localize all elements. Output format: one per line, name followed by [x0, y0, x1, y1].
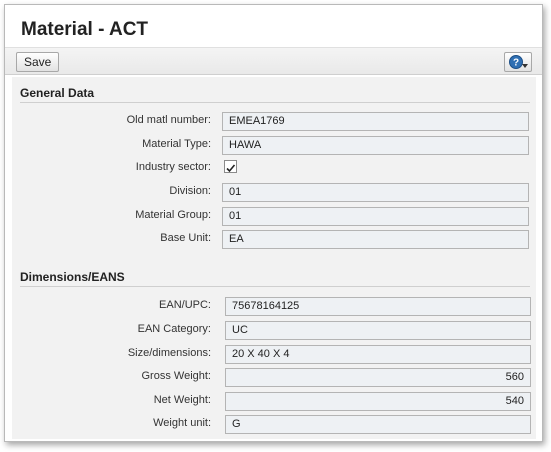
old-matl-label: Old matl number:: [126, 114, 211, 126]
section-title-dimensions: Dimensions/EANS: [20, 270, 125, 284]
gross-weight-label: Gross Weight:: [141, 370, 212, 382]
material-group-field[interactable]: 01: [222, 207, 529, 226]
division-label: Division:: [169, 185, 211, 197]
section-divider: [20, 286, 530, 287]
gross-weight-field[interactable]: 560: [225, 368, 531, 387]
page-title: Material - ACT: [21, 19, 149, 40]
net-weight-label: Net Weight:: [153, 394, 211, 406]
form-panel: General Data Old matl number: EMEA1769 M…: [12, 77, 536, 439]
material-type-field[interactable]: HAWA: [222, 136, 529, 155]
toolbar: Save ?: [5, 47, 542, 75]
save-button[interactable]: Save: [16, 52, 60, 72]
weight-unit-label: Weight unit:: [153, 417, 211, 429]
base-unit-label: Base Unit:: [160, 232, 211, 244]
material-window: Material - ACT Save ? General Data Old m…: [4, 4, 543, 442]
old-matl-field[interactable]: EMEA1769: [222, 112, 529, 131]
base-unit-field[interactable]: EA: [222, 230, 529, 249]
net-weight-field[interactable]: 540: [225, 392, 531, 411]
help-menu-button[interactable]: ?: [504, 52, 532, 72]
section-divider: [20, 102, 530, 103]
help-icon: ?: [509, 55, 523, 72]
ean-category-field[interactable]: UC: [225, 321, 531, 340]
industry-sector-checkbox[interactable]: [224, 160, 237, 173]
division-field[interactable]: 01: [222, 183, 529, 202]
material-type-label: Material Type:: [142, 138, 211, 150]
checkmark-icon: [226, 164, 236, 173]
industry-sector-label: Industry sector:: [135, 161, 211, 173]
svg-text:?: ?: [513, 58, 519, 69]
ean-upc-field[interactable]: 75678164125: [225, 297, 531, 316]
section-title-general: General Data: [20, 86, 95, 100]
ean-upc-label: EAN/UPC:: [159, 299, 211, 311]
material-group-label: Material Group:: [135, 209, 211, 221]
ean-category-label: EAN Category:: [137, 323, 211, 335]
chevron-down-icon: [522, 64, 528, 68]
size-dimensions-field[interactable]: 20 X 40 X 4: [225, 345, 531, 364]
size-dimensions-label: Size/dimensions:: [127, 347, 211, 359]
weight-unit-field[interactable]: G: [225, 415, 531, 434]
